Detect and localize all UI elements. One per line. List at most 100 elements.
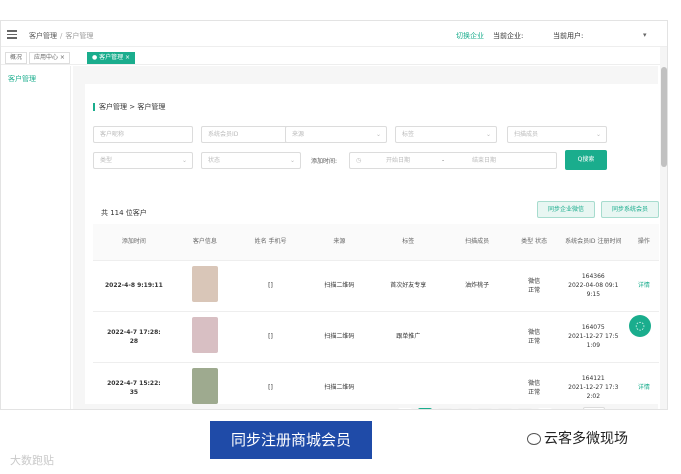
top-bar: 客户管理 / 客户管理 切换企业 当前企业: 当前用户: ▾ — [1, 21, 667, 47]
source-cell: 扫描二维码 — [306, 362, 373, 409]
tag-cell — [372, 362, 444, 409]
tag-select[interactable]: 标签 ⌄ — [395, 126, 497, 143]
register-time-cont: 1:09 — [586, 342, 601, 349]
register-time: 2021-12-27 17:3 — [568, 384, 619, 391]
scrollbar-thumb[interactable] — [661, 67, 667, 167]
customer-table: 添加时间 客户信息 姓名 手机号 来源 标签 扫描成员 类型 状态 系统会员ID… — [93, 224, 659, 409]
user-dropdown-icon[interactable]: ▾ — [643, 31, 647, 39]
name-phone-cell: [] — [235, 260, 307, 312]
tab-overview[interactable]: 概况 — [5, 52, 28, 64]
chevron-down-icon: ⌄ — [375, 131, 381, 138]
type-select-placeholder: 类型 — [100, 157, 113, 164]
next-page-button[interactable]: › — [538, 408, 552, 409]
source-cell: 扫描二维码 — [306, 260, 373, 312]
date-label: 添加时间: — [311, 158, 338, 165]
breadcrumb-item[interactable]: 客户管理 — [29, 32, 57, 40]
avatar — [191, 368, 218, 404]
chevron-down-icon: ⌄ — [595, 131, 601, 138]
add-time-cont: 28 — [129, 337, 139, 345]
page-button-2[interactable]: 2 — [438, 408, 452, 409]
column-header: 添加时间 — [93, 224, 175, 261]
scan-member-select[interactable]: 扫描成员 ⌄ — [507, 126, 607, 143]
sidebar: 客户管理 — [1, 66, 71, 409]
page-button-6[interactable]: 6 — [518, 408, 532, 409]
scan-member-placeholder: 扫描成员 — [514, 131, 539, 138]
customer-info-cell — [174, 362, 236, 409]
page-button-3[interactable]: 3 — [458, 408, 472, 409]
prev-page-button[interactable]: ‹ — [398, 408, 412, 409]
chevron-down-icon: ⌄ — [485, 131, 491, 138]
detail-link[interactable]: 详情 — [638, 384, 650, 391]
tag-select-placeholder: 标签 — [402, 131, 415, 138]
page-button-5[interactable]: 5 — [498, 408, 512, 409]
search-button[interactable]: Q搜索 — [565, 150, 607, 170]
add-time-cell: 2022-4-7 17:28: 28 — [93, 311, 175, 363]
panel-breadcrumb-text: 客户管理 > 客户管理 — [99, 103, 166, 111]
scan-member-cell — [443, 362, 511, 409]
sidebar-item-customer-management[interactable]: 客户管理 — [8, 74, 36, 84]
add-time: 2022-4-7 17:28: — [107, 328, 161, 336]
action-cell: 详情 — [628, 260, 659, 312]
action-cell: 详情 — [628, 362, 659, 409]
add-time-cont: 35 — [129, 388, 139, 396]
sync-member-button[interactable]: 同步系统会员 — [601, 201, 659, 218]
status-text: 正常 — [528, 337, 541, 345]
status-text: 正常 — [528, 286, 541, 294]
current-user-label: 当前用户: — [553, 32, 584, 40]
column-header: 标签 — [372, 224, 444, 261]
date-start: 开始日期 — [386, 157, 411, 164]
add-time: 2022-4-7 15:22: — [107, 379, 161, 387]
avatar — [191, 266, 218, 302]
tab-customer-management[interactable]: ● 客户管理 × — [87, 52, 136, 64]
avatar — [191, 317, 218, 353]
scrollbar[interactable] — [660, 47, 667, 409]
tag-cell: 首次好友专享 — [372, 260, 444, 312]
tab-app-center[interactable]: 应用中心 × — [29, 52, 70, 64]
calendar-icon: ◷ — [356, 157, 362, 164]
page-button-4[interactable]: 4 — [478, 408, 492, 409]
register-time-cont: 9:15 — [586, 291, 601, 298]
table-row: 2022-4-7 15:22: 35 [] 扫描二维码 微信 正常 164121 20… — [93, 362, 659, 409]
type-status-cell: 微信 正常 — [510, 362, 558, 409]
type-status-cell: 微信 正常 — [510, 311, 558, 363]
status-select-placeholder: 状态 — [208, 157, 221, 164]
type-text: 微信 — [528, 379, 541, 387]
member-id: 164366 — [581, 273, 605, 280]
table-row: 2022-4-8 9:19:11 [] 扫描二维码 首次好友专享 油炸桃子 微信… — [93, 260, 659, 312]
source-select[interactable]: 来源 ⌄ — [285, 126, 387, 143]
type-select[interactable]: 类型 ⌄ — [93, 152, 193, 169]
type-text: 微信 — [528, 277, 541, 285]
column-header: 来源 — [306, 224, 373, 261]
status-select[interactable]: 状态 ⌄ — [201, 152, 301, 169]
type-text: 微信 — [528, 328, 541, 336]
source-select-placeholder: 来源 — [292, 131, 305, 138]
scan-member-cell — [443, 311, 511, 363]
customer-service-icon[interactable]: ◌ — [629, 315, 651, 337]
column-header: 操作 — [628, 224, 659, 261]
member-id: 164121 — [581, 375, 605, 382]
main-area: 客户管理 > 客户管理 客户昵称 系统会员ID 来源 ⌄ 标签 ⌄ 扫描成员 ⌄ 类型… — [73, 66, 663, 409]
status-text: 正常 — [528, 388, 541, 396]
sync-register-banner: 同步注册商城会员 — [210, 421, 372, 459]
customer-info-cell — [174, 311, 236, 363]
watermark-left: 大数跑贴 — [10, 454, 54, 467]
chevron-down-icon: ⌄ — [181, 157, 187, 164]
member-id: 164075 — [581, 324, 605, 331]
column-header: 客户信息 — [174, 224, 236, 261]
register-time-cont: 2:02 — [586, 393, 601, 400]
menu-icon[interactable] — [7, 30, 17, 39]
watermark-right: 云客多微现场 — [527, 428, 628, 448]
register-time: 2022-04-08 09:1 — [568, 282, 619, 289]
chevron-down-icon: ⌄ — [289, 157, 295, 164]
goto-page-input[interactable]: 1 — [583, 407, 605, 409]
page-button-1[interactable]: 1 — [418, 408, 432, 409]
sync-wechat-button[interactable]: 同步企业微信 — [537, 201, 595, 218]
detail-link[interactable]: 详情 — [638, 282, 650, 289]
date-range-picker[interactable]: ◷ 开始日期 - 结束日期 — [349, 152, 557, 169]
add-time-cell: 2022-4-7 15:22: 35 — [93, 362, 175, 409]
column-header: 系统会员ID 注册时间 — [557, 224, 629, 261]
nickname-input[interactable]: 客户昵称 — [93, 126, 193, 143]
register-time: 2021-12-27 17:5 — [568, 333, 619, 340]
member-id-cell: 164121 2021-12-27 17:3 2:02 — [557, 362, 629, 409]
switch-company-link[interactable]: 切换企业 — [456, 31, 484, 41]
